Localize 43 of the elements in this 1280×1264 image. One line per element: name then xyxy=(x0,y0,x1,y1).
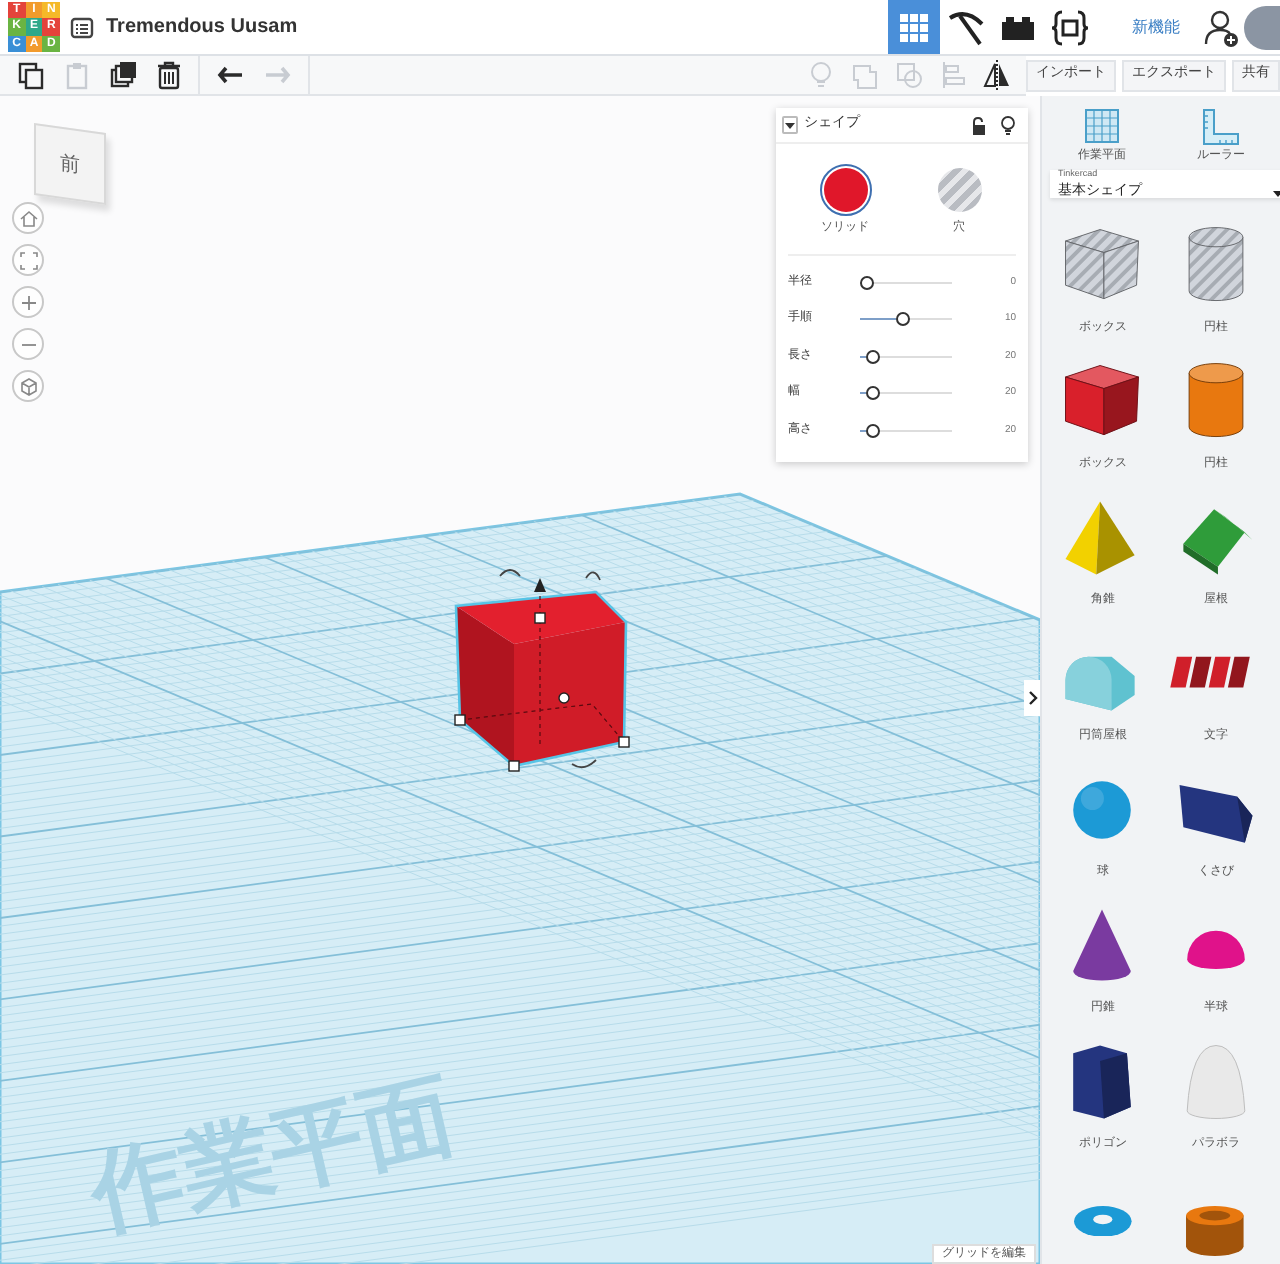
slider-thumb[interactable] xyxy=(896,312,910,327)
workplane-icon xyxy=(1079,106,1124,146)
braces-icon xyxy=(1048,5,1092,49)
group-icon xyxy=(849,60,879,90)
ungroup-icon xyxy=(893,60,923,90)
parameter-slider[interactable] xyxy=(860,275,952,290)
solid-mode-button[interactable] xyxy=(819,164,871,216)
slider-thumb[interactable] xyxy=(866,349,881,364)
chevron-right-icon xyxy=(1027,690,1037,706)
slider-thumb[interactable] xyxy=(866,423,881,438)
caret-icon xyxy=(784,121,796,129)
mirror-icon xyxy=(981,60,1011,90)
whats-new-link[interactable]: 新機能 xyxy=(1132,15,1180,39)
collapse-button[interactable] xyxy=(782,116,798,134)
list-icon[interactable] xyxy=(70,15,94,39)
parameter-slider[interactable] xyxy=(860,423,952,438)
trash-icon xyxy=(153,60,183,90)
lightbulb-icon xyxy=(805,60,835,90)
add-user-icon[interactable] xyxy=(1204,7,1240,47)
parameter-slider[interactable] xyxy=(860,349,952,364)
unlock-icon[interactable] xyxy=(970,115,988,135)
slider-thumb[interactable] xyxy=(866,386,881,401)
home-icon xyxy=(19,209,37,227)
align-icon xyxy=(937,60,967,90)
fit-view-icon xyxy=(19,251,37,269)
home-button[interactable] xyxy=(12,202,44,234)
clipboard-icon xyxy=(61,60,91,90)
ruler-icon xyxy=(1198,106,1243,146)
slider-thumb[interactable] xyxy=(860,275,874,290)
zoom-in-button[interactable] xyxy=(12,286,44,318)
view-cube-face-label[interactable]: 前 xyxy=(60,147,80,181)
parameter-slider[interactable] xyxy=(860,312,952,327)
view-cube[interactable]: 前 xyxy=(34,122,106,206)
design-title[interactable]: Tremendous Uusam xyxy=(106,12,298,42)
perspective-button[interactable] xyxy=(12,370,44,402)
zoom-in-icon xyxy=(19,293,37,311)
zoom-out-button[interactable] xyxy=(12,328,44,360)
perspective-icon xyxy=(19,377,37,395)
workplane-grid[interactable] xyxy=(0,492,1040,1264)
selected-cube-drawing[interactable] xyxy=(454,569,630,772)
fit-view-button[interactable] xyxy=(12,244,44,276)
panel-toggle-button[interactable] xyxy=(1024,680,1040,716)
lightbulb-icon[interactable] xyxy=(1000,115,1016,135)
